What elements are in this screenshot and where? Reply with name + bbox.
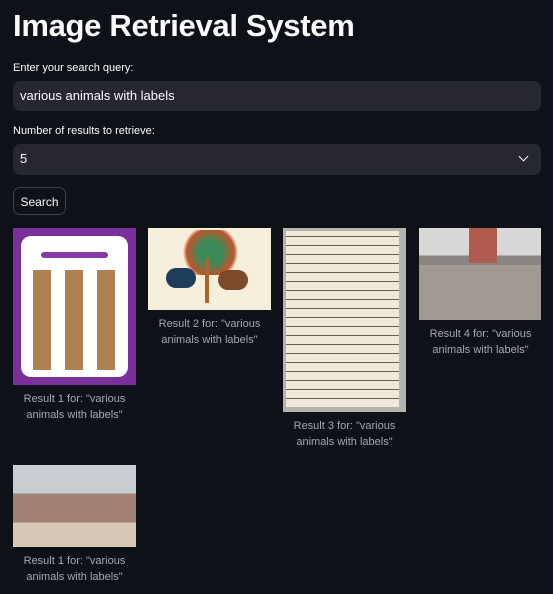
- page-title: Image Retrieval System: [13, 8, 355, 43]
- search-button[interactable]: Search: [13, 187, 66, 215]
- result-image-1: [13, 228, 136, 385]
- num-results-label: Number of results to retrieve:: [13, 125, 155, 137]
- search-input[interactable]: [13, 81, 541, 111]
- result-caption-1: Result 1 for: "various animals with labe…: [23, 393, 126, 421]
- result-image-5: [13, 465, 136, 547]
- num-results-select[interactable]: 5: [13, 144, 541, 175]
- result-image-4: [419, 228, 541, 320]
- query-label: Enter your search query:: [13, 62, 134, 74]
- result-caption-2: Result 2 for: "various animals with labe…: [158, 318, 261, 346]
- result-caption-3: Result 3 for: "various animals with labe…: [293, 420, 396, 448]
- result-caption-4: Result 4 for: "various animals with labe…: [429, 328, 532, 356]
- result-image-3: [283, 228, 406, 412]
- chevron-down-icon: [518, 151, 529, 162]
- result-caption-5: Result 1 for: "various animals with labe…: [23, 555, 126, 583]
- num-results-value: 5: [20, 151, 28, 166]
- result-image-2: [148, 228, 271, 310]
